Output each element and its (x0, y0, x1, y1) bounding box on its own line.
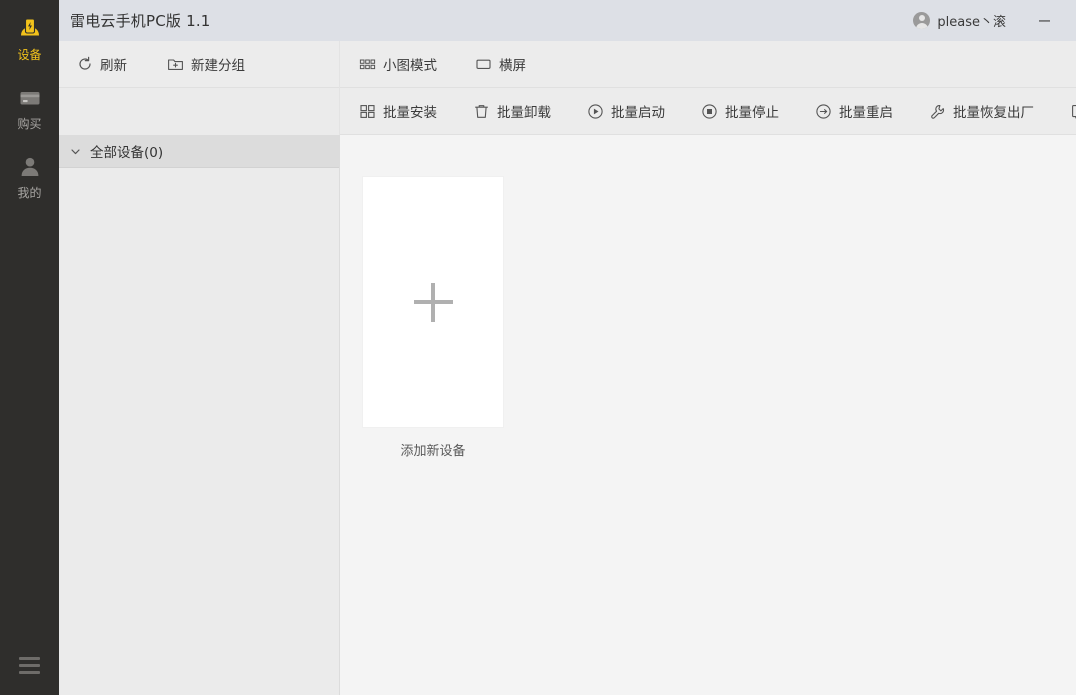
landscape-button[interactable]: 横屏 (466, 49, 535, 79)
small-icon-mode-button[interactable]: 小图模式 (350, 49, 446, 79)
refresh-icon (76, 56, 93, 73)
stop-circle-icon (701, 103, 718, 120)
rail-menu-button[interactable] (0, 635, 59, 695)
minimize-icon (1038, 14, 1051, 27)
group-row-all-devices[interactable]: 全部设备(0) (59, 135, 339, 168)
app-window: 设备 购买 我的 雷电云手机PC版 1.1 please丶滚 刷新 新建分组 小… (0, 0, 1076, 695)
batch-install-button[interactable]: 批量安装 (350, 96, 446, 126)
add-device-card[interactable]: 添加新设备 (362, 176, 504, 459)
monitor-icon (475, 56, 492, 73)
account-name: please丶滚 (937, 15, 1006, 30)
phone-bolt-icon (17, 14, 43, 44)
batch-restart-button[interactable]: 批量重启 (806, 96, 902, 126)
batch-uninstall-button[interactable]: 批量卸载 (464, 96, 560, 126)
app-title: 雷电云手机PC版 1.1 (70, 12, 211, 30)
rail-item-devices-label: 设备 (17, 48, 42, 62)
batch-factory-reset-label: 批量恢复出厂 (953, 105, 1034, 121)
primary-toolbar: 刷新 新建分组 小图模式 横屏 (59, 40, 1076, 88)
rail-item-purchase-label: 购买 (17, 117, 42, 131)
minimize-button[interactable] (1022, 0, 1067, 41)
view-toolbar: 小图模式 横屏 (340, 41, 1076, 88)
hamburger-menu-icon (19, 656, 40, 674)
refresh-button[interactable]: 刷新 (67, 49, 136, 79)
landscape-label: 横屏 (499, 58, 526, 74)
maximize-button[interactable] (1067, 0, 1076, 41)
copy-icon (1070, 103, 1076, 120)
avatar (913, 12, 931, 29)
refresh-label: 刷新 (100, 58, 127, 74)
rail-item-mine-label: 我的 (17, 186, 42, 200)
batch-start-label: 批量启动 (611, 105, 665, 121)
batch-actions: 批量安装 批量卸载 批量启动 批量停止 批量重启 批量恢复出厂 (340, 88, 1076, 135)
new-group-label: 新建分组 (191, 58, 245, 74)
card-icon (18, 83, 42, 113)
group-list-pane: 全部设备(0) (59, 135, 340, 695)
add-device-thumb[interactable] (362, 176, 504, 428)
batch-install-label: 批量安装 (383, 105, 437, 121)
account-button[interactable]: please丶滚 (913, 11, 1006, 30)
small-icon-mode-label: 小图模式 (383, 58, 437, 74)
title-bar: 雷电云手机PC版 1.1 please丶滚 (59, 0, 1076, 41)
group-toolbar-spacer (59, 87, 340, 135)
rail-item-mine[interactable]: 我的 (0, 138, 59, 207)
add-device-label: 添加新设备 (400, 444, 466, 459)
batch-stop-label: 批量停止 (725, 105, 779, 121)
restart-circle-icon (815, 103, 832, 120)
content-body: 全部设备(0) 添加新设备 (59, 135, 1076, 695)
trash-icon (473, 103, 490, 120)
new-group-button[interactable]: 新建分组 (158, 49, 254, 79)
batch-start-button[interactable]: 批量启动 (578, 96, 674, 126)
user-icon (18, 152, 42, 182)
grid-four-icon (359, 103, 376, 120)
rail-item-devices[interactable]: 设备 (0, 0, 59, 69)
device-grid-pane: 添加新设备 (340, 135, 1076, 695)
batch-uninstall-label: 批量卸载 (497, 105, 551, 121)
play-circle-icon (587, 103, 604, 120)
left-nav-rail: 设备 购买 我的 (0, 0, 59, 695)
batch-restart-label: 批量重启 (839, 105, 893, 121)
grid-small-icon (359, 56, 376, 73)
wrench-icon (929, 103, 946, 120)
main-region: 雷电云手机PC版 1.1 please丶滚 刷新 新建分组 小图模式 横屏 批量… (59, 0, 1076, 695)
rail-item-purchase[interactable]: 购买 (0, 69, 59, 138)
batch-stop-button[interactable]: 批量停止 (692, 96, 788, 126)
chevron-down-icon (69, 145, 82, 158)
action-toolbar: 批量安装 批量卸载 批量启动 批量停止 批量重启 批量恢复出厂 (59, 87, 1076, 135)
group-row-label: 全部设备(0) (90, 145, 164, 161)
batch-factory-reset-button[interactable]: 批量恢复出厂 (920, 96, 1043, 126)
group-toolbar: 刷新 新建分组 (59, 40, 340, 88)
folder-plus-icon (167, 56, 184, 73)
title-bar-controls: please丶滚 (913, 0, 1076, 41)
plus-icon (413, 282, 453, 322)
sync-operation-button[interactable]: 同步操作 (1061, 96, 1076, 126)
